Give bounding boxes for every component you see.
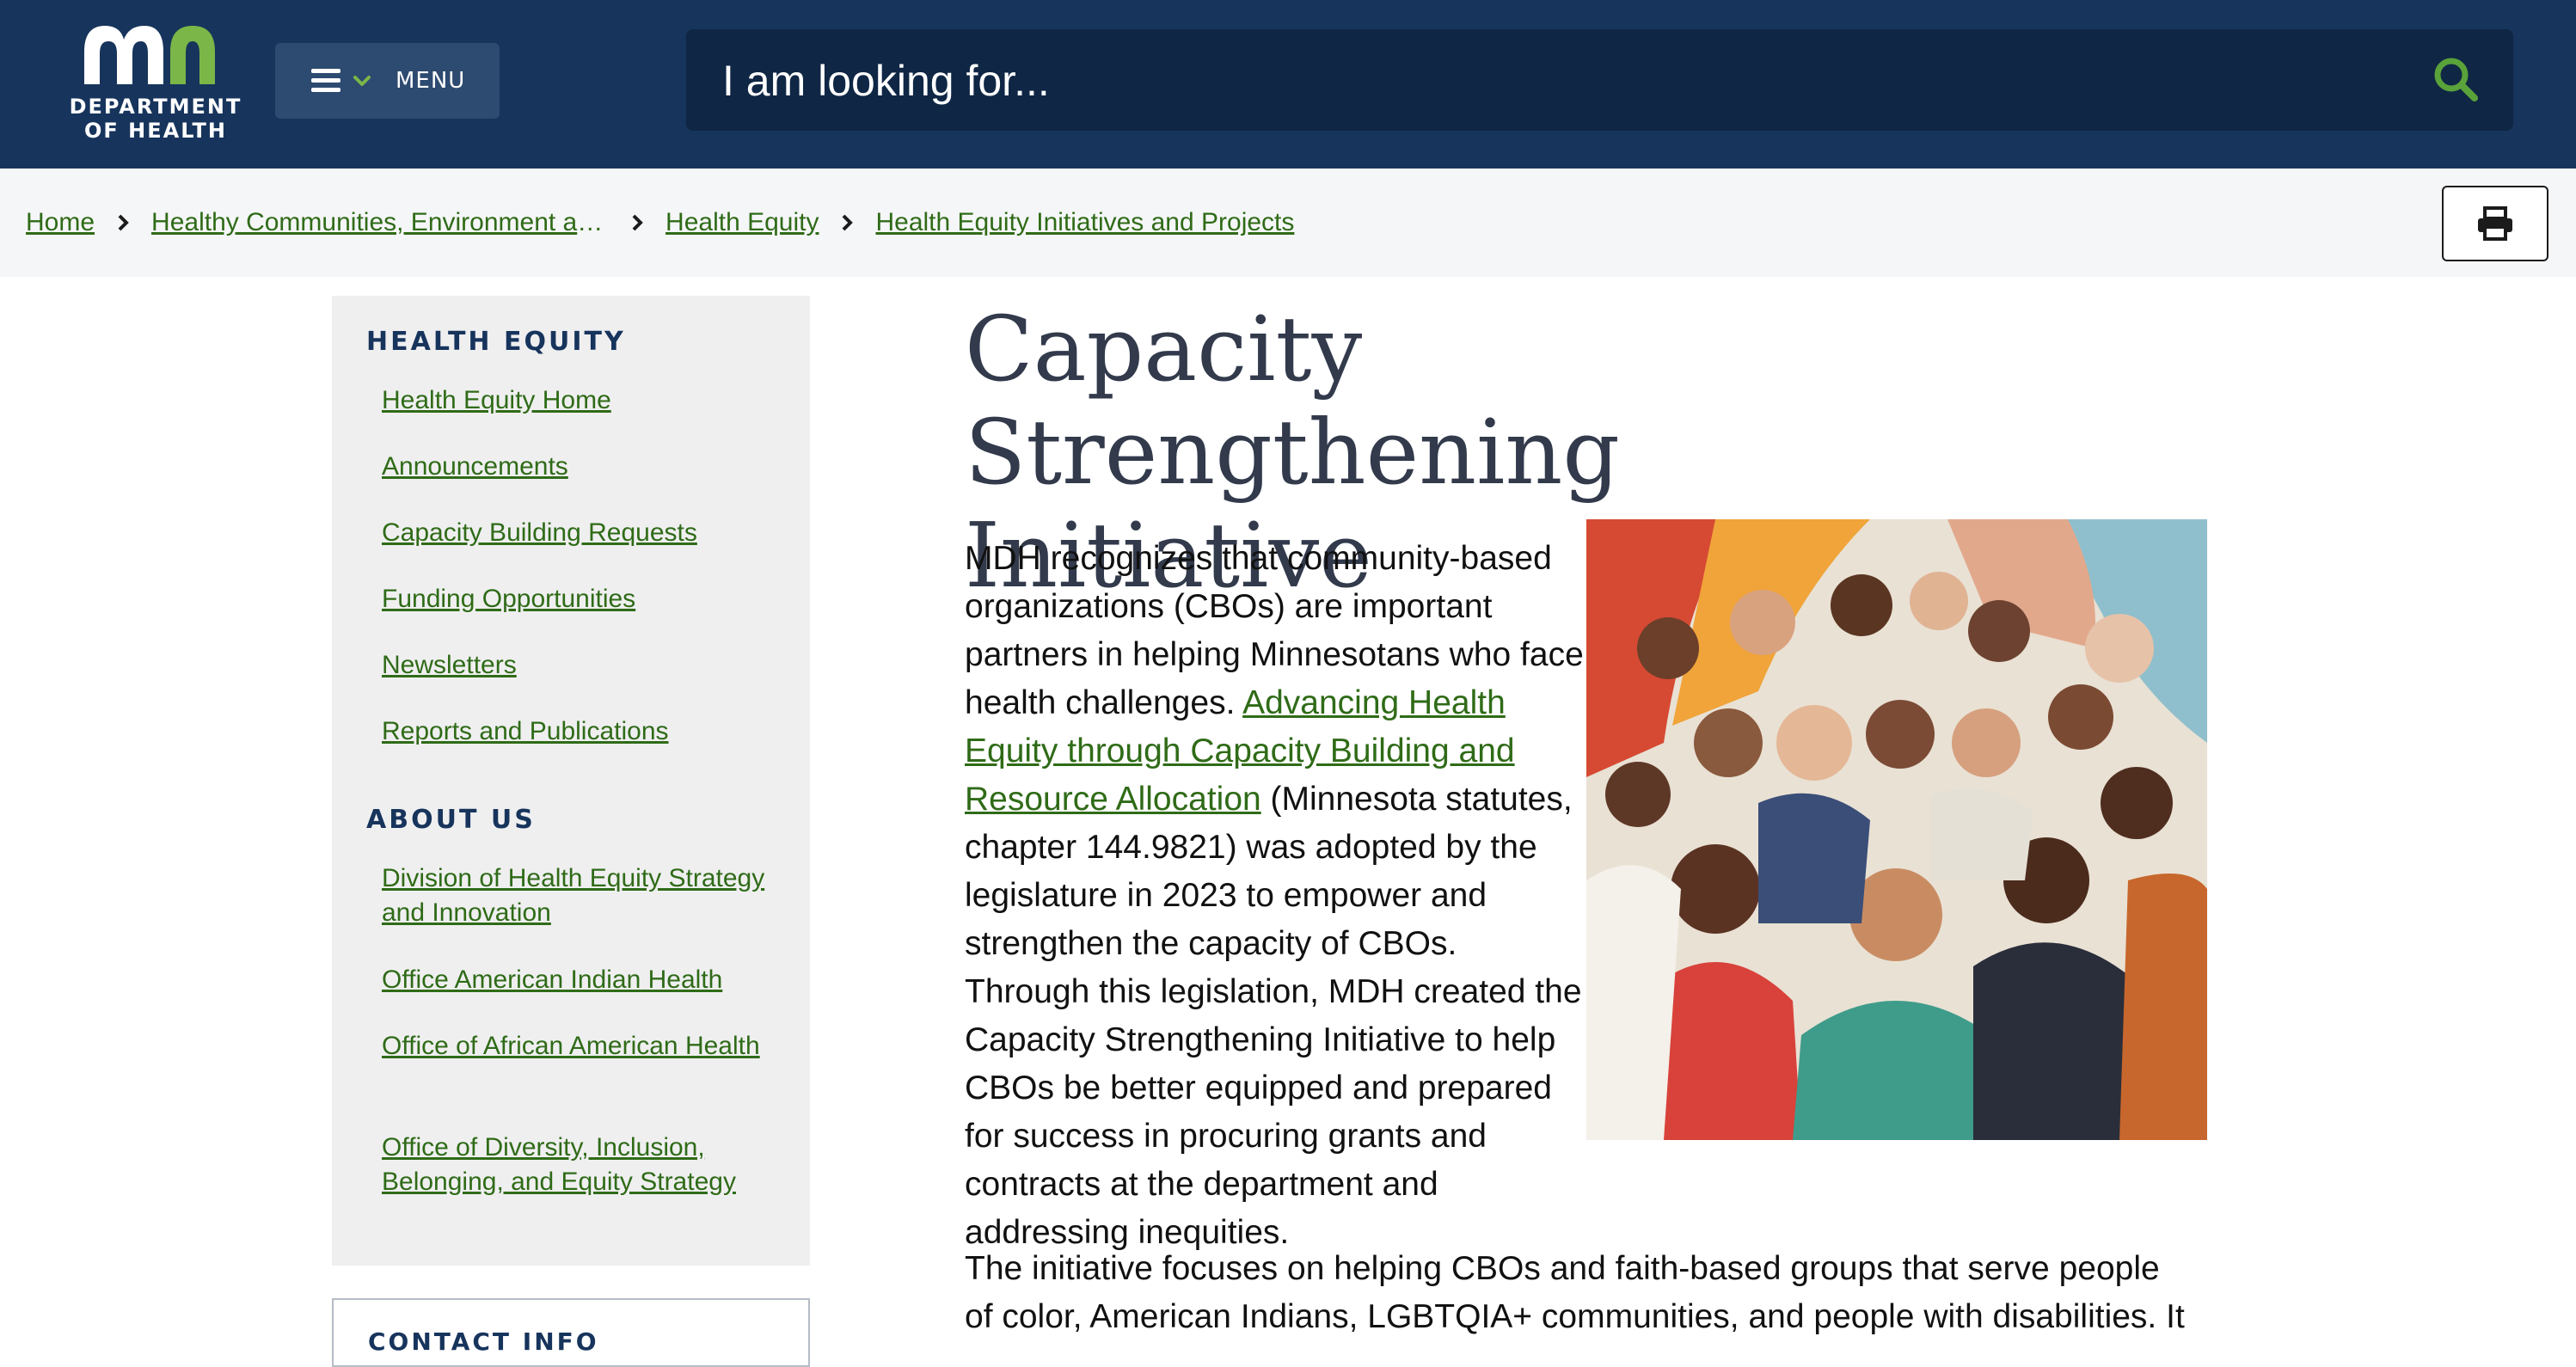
breadcrumb-healthy-communities[interactable]: Healthy Communities, Environment and Wor… — [151, 208, 609, 237]
contact-info-heading: CONTACT INFO — [368, 1327, 599, 1356]
breadcrumb-home[interactable]: Home — [26, 208, 95, 237]
sidebar-list-about-us: Division of Health Equity Strategy and I… — [382, 861, 786, 1199]
logo-text: DEPARTMENT OF HEALTH — [69, 95, 242, 143]
sidebar-item-announcements[interactable]: Announcements — [382, 450, 786, 484]
contact-info-box: CONTACT INFO — [332, 1298, 810, 1367]
sidebar-nav: HEALTH EQUITY Health Equity Home Announc… — [332, 296, 810, 1266]
chevron-right-icon — [632, 214, 643, 231]
print-button[interactable] — [2442, 186, 2548, 261]
focus-paragraph: The initiative focuses on helping CBOs a… — [965, 1250, 2185, 1335]
breadcrumb-initiatives[interactable]: Health Equity Initiatives and Projects — [875, 208, 1294, 237]
sidebar-item-health-equity-home[interactable]: Health Equity Home — [382, 383, 786, 418]
sidebar-item-reports-publications[interactable]: Reports and Publications — [382, 714, 786, 749]
intro-text-end: (Minnesota statutes, chapter 144.9821) w… — [965, 781, 1582, 1251]
printer-icon — [2478, 206, 2512, 241]
sidebar-item-newsletters[interactable]: Newsletters — [382, 648, 786, 683]
chevron-down-icon — [353, 76, 371, 86]
breadcrumb-bar: Home Healthy Communities, Environment an… — [0, 169, 2576, 277]
community-illustration — [1586, 519, 2207, 1140]
breadcrumb: Home Healthy Communities, Environment an… — [26, 169, 1294, 277]
mdh-logo[interactable]: DEPARTMENT OF HEALTH — [65, 21, 246, 148]
sidebar-item-division-health-equity[interactable]: Division of Health Equity Strategy and I… — [382, 861, 786, 930]
sidebar-item-capacity-building-requests[interactable]: Capacity Building Requests — [382, 516, 786, 550]
breadcrumb-health-equity[interactable]: Health Equity — [665, 208, 819, 237]
search-input[interactable] — [721, 29, 2409, 132]
sidebar-item-office-diversity-inclusion[interactable]: Office of Diversity, Inclusion, Belongin… — [382, 1131, 786, 1199]
sidebar-heading-about-us: ABOUT US — [366, 805, 536, 835]
intro-paragraph: MDH recognizes that community-based orga… — [965, 535, 1584, 1257]
chevron-right-icon — [843, 214, 854, 231]
sidebar-heading-health-equity: HEALTH EQUITY — [366, 327, 626, 357]
menu-button[interactable]: MENU — [275, 43, 500, 119]
site-header: DEPARTMENT OF HEALTH MENU — [0, 0, 2576, 169]
search-bar — [686, 29, 2513, 132]
mn-logo-icon — [84, 26, 215, 84]
menu-label: MENU — [396, 68, 466, 94]
hamburger-icon — [311, 69, 340, 93]
chevron-right-icon — [118, 214, 129, 231]
sidebar-item-office-african-american-health[interactable]: Office of African American Health — [382, 1029, 786, 1064]
sidebar-item-funding-opportunities[interactable]: Funding Opportunities — [382, 582, 786, 616]
sidebar-item-office-american-indian-health[interactable]: Office American Indian Health — [382, 963, 786, 997]
sidebar-list-health-equity: Health Equity Home Announcements Capacit… — [382, 383, 786, 781]
search-icon[interactable] — [2432, 55, 2480, 103]
